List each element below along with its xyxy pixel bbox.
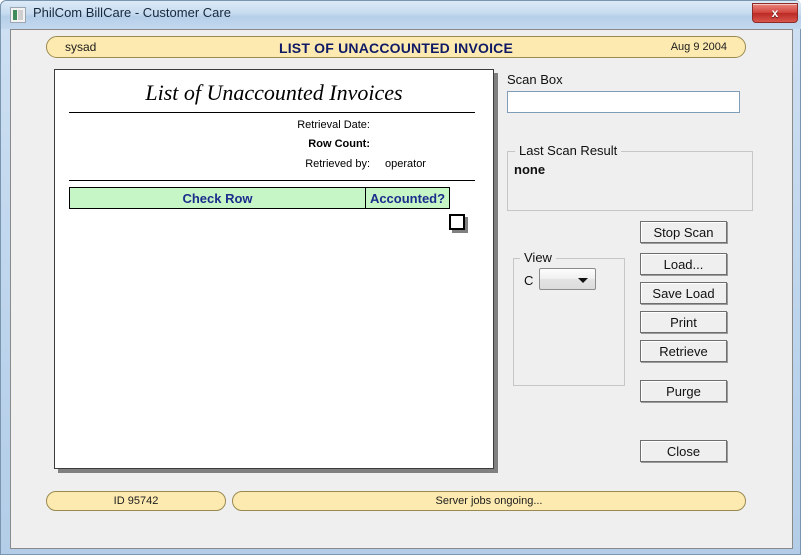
row-count-label: Row Count: [308,138,370,150]
close-button[interactable]: Close [640,440,727,462]
client-area: sysad LIST OF UNACCOUNTED INVOICE Aug 9 … [10,29,793,549]
status-message-pill: Server jobs ongoing... [232,491,746,511]
app-icon [10,7,26,23]
header-banner: sysad LIST OF UNACCOUNTED INVOICE Aug 9 … [46,36,746,58]
report-rule-top [69,112,475,113]
column-header-check-row[interactable]: Check Row [69,187,366,209]
view-dropdown[interactable] [539,268,596,290]
report-panel[interactable]: List of Unaccounted Invoices Retrieval D… [54,69,494,469]
accounted-checkbox[interactable] [449,214,465,230]
view-group-legend: View [520,250,556,265]
retrieved-by-value: operator [385,158,426,170]
banner-title: LIST OF UNACCOUNTED INVOICE [278,40,514,56]
table-header-row: Check Row Accounted? [69,187,450,209]
retrieved-by-label: Retrieved by: [305,158,370,170]
print-button[interactable]: Print [640,311,727,333]
load-button[interactable]: Load... [640,253,727,275]
view-option-label[interactable]: C [524,273,533,288]
status-id-pill: ID 95742 [46,491,226,511]
report-rule-mid [69,180,475,181]
window-title: PhilCom BillCare - Customer Care [33,5,231,20]
last-scan-result-value: none [514,162,546,177]
chevron-down-icon [578,278,588,283]
scan-box-label: Scan Box [507,72,563,87]
retrieve-button[interactable]: Retrieve [640,340,727,362]
application-window: PhilCom BillCare - Customer Care x sysad… [0,0,801,555]
scan-box-input[interactable] [507,91,740,113]
last-scan-result-group [507,151,753,211]
title-bar: PhilCom BillCare - Customer Care x [1,1,801,29]
retrieval-date-label: Retrieval Date: [297,119,370,131]
purge-button[interactable]: Purge [640,380,727,402]
last-scan-result-legend: Last Scan Result [515,143,622,158]
banner-date: Aug 9 2004 [670,41,727,53]
save-load-button[interactable]: Save Load [640,282,727,304]
report-title: List of Unaccounted Invoices [145,80,403,105]
window-close-button[interactable]: x [752,3,798,23]
column-header-accounted[interactable]: Accounted? [366,187,450,209]
stop-scan-button[interactable]: Stop Scan [640,221,727,243]
